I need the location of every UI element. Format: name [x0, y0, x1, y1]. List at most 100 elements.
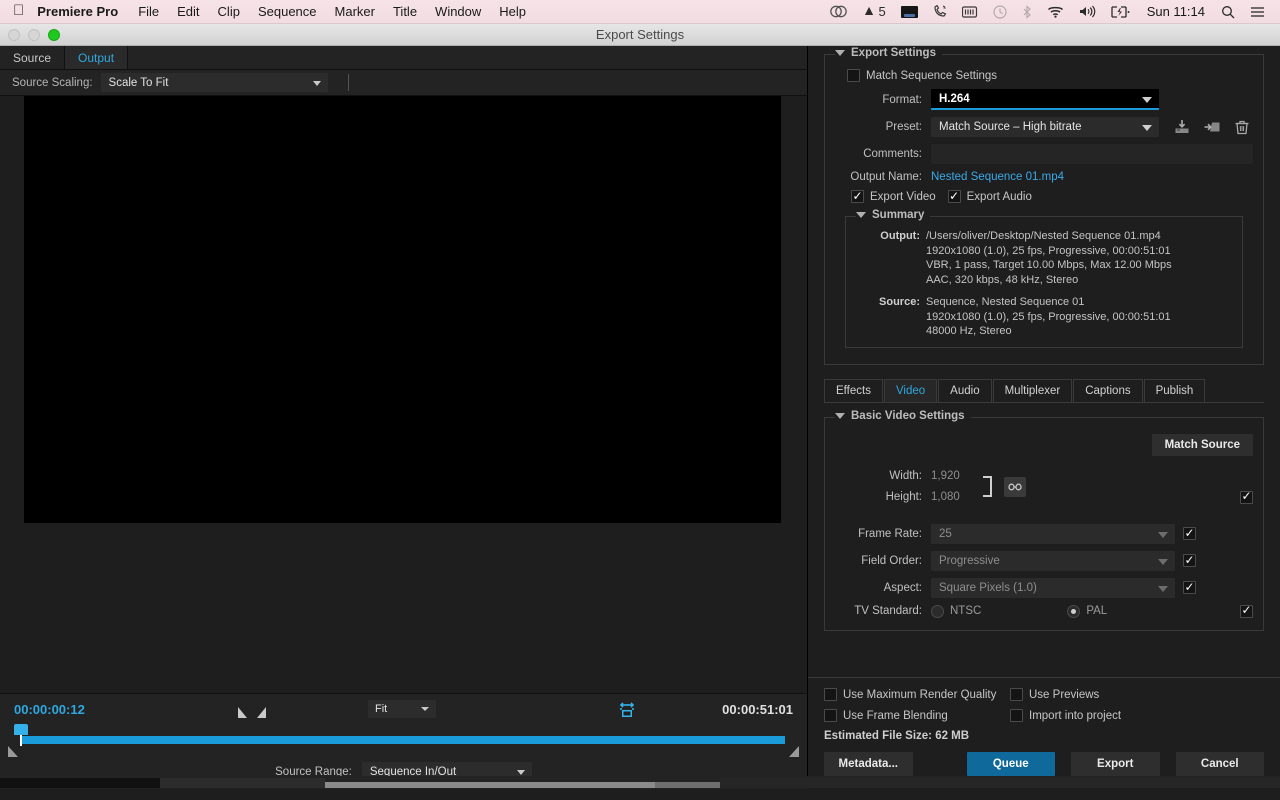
dimensions-enable-checkbox[interactable]	[1240, 490, 1253, 504]
queue-button[interactable]: Queue	[966, 752, 1055, 776]
field-order-dropdown[interactable]: Progressive	[931, 550, 1175, 571]
bluetooth-icon[interactable]	[1015, 0, 1039, 23]
battery-meter-icon[interactable]	[955, 0, 985, 23]
creative-cloud-icon[interactable]	[823, 0, 854, 23]
frame-blending-option[interactable]: Use Frame Blending	[824, 709, 1010, 722]
frame-rate-checkbox[interactable]	[1183, 527, 1196, 540]
frame-rate-dropdown[interactable]: 25	[931, 523, 1175, 544]
summary-twisty-icon[interactable]	[856, 212, 866, 218]
save-preset-icon[interactable]	[1173, 118, 1191, 136]
import-preset-icon[interactable]	[1203, 118, 1221, 136]
tab-output[interactable]: Output	[65, 46, 129, 69]
wifi-icon[interactable]	[1040, 0, 1071, 23]
menu-clip[interactable]: Clip	[209, 0, 249, 23]
match-source-button[interactable]: Match Source	[1151, 433, 1253, 456]
tv-standard-checkbox[interactable]	[1240, 604, 1253, 618]
use-previews-checkbox[interactable]	[1010, 688, 1023, 701]
menu-marker[interactable]: Marker	[326, 0, 384, 23]
import-into-project-option[interactable]: Import into project	[1010, 709, 1196, 722]
tab-audio[interactable]: Audio	[938, 378, 992, 402]
comments-input[interactable]	[931, 144, 1253, 164]
inout-markers	[238, 707, 266, 718]
tv-ntsc-radio[interactable]	[931, 604, 944, 618]
menubar-clock[interactable]: Sun 11:14	[1139, 4, 1213, 19]
scrub-bar[interactable]	[22, 736, 785, 744]
import-into-project-label: Import into project	[1029, 709, 1122, 722]
zoom-level-dropdown[interactable]: Fit	[368, 700, 436, 718]
tab-source[interactable]: Source	[0, 46, 66, 69]
adobe-a-icon[interactable]: ▲ 5	[855, 0, 893, 23]
tv-pal-radio[interactable]	[1067, 604, 1081, 618]
menu-help[interactable]: Help	[490, 0, 535, 23]
volume-icon[interactable]	[1072, 0, 1103, 23]
summary-group-title[interactable]: Summary	[856, 209, 931, 221]
aspect-checkbox[interactable]	[1183, 581, 1196, 594]
out-point-icon[interactable]	[257, 707, 266, 718]
notification-center-icon[interactable]	[1243, 0, 1272, 23]
menu-sequence[interactable]: Sequence	[249, 0, 326, 23]
duration-timecode[interactable]: 00:00:51:01	[722, 702, 793, 717]
apple-logo-icon[interactable]: 	[0, 3, 35, 18]
metadata-button[interactable]: Metadata...	[824, 752, 913, 776]
export-audio-checkbox[interactable]	[947, 190, 961, 203]
export-video-checkbox[interactable]	[851, 190, 864, 203]
tab-captions[interactable]: Captions	[1073, 378, 1143, 402]
tv-standard-label: TV Standard:	[854, 605, 922, 617]
source-scaling-row: Source Scaling: Scale To Fit	[0, 70, 807, 96]
range-in-handle[interactable]	[8, 746, 18, 757]
source-scaling-dropdown[interactable]: Scale To Fit	[100, 73, 328, 92]
time-machine-icon[interactable]	[986, 0, 1014, 23]
export-button[interactable]: Export	[1071, 752, 1160, 776]
aspect-dropdown[interactable]: Square Pixels (1.0)	[931, 577, 1175, 598]
field-order-checkbox[interactable]	[1183, 554, 1196, 567]
height-value[interactable]: 1,080	[931, 491, 983, 503]
tv-pal-label: PAL	[1086, 605, 1108, 617]
tab-effects[interactable]: Effects	[824, 378, 883, 402]
phone-icon[interactable]	[926, 0, 954, 23]
width-value[interactable]: 1,920	[931, 470, 983, 482]
frame-blending-checkbox[interactable]	[824, 709, 837, 722]
menu-window[interactable]: Window	[426, 0, 490, 23]
display-icon[interactable]	[894, 0, 925, 23]
range-out-handle[interactable]	[789, 746, 799, 757]
output-name-label: Output Name:	[850, 171, 922, 183]
use-previews-option[interactable]: Use Previews	[1010, 688, 1196, 701]
video-frame[interactable]	[24, 96, 781, 523]
cancel-button[interactable]: Cancel	[1175, 752, 1264, 776]
summary-output-row: Output: /Users/oliver/Desktop/Nested Seq…	[854, 229, 1234, 287]
render-options-row-1: Use Maximum Render Quality Use Previews	[824, 688, 1264, 701]
output-name-link[interactable]: Nested Sequence 01.mp4	[931, 171, 1064, 183]
menu-edit[interactable]: Edit	[168, 0, 208, 23]
delete-preset-icon[interactable]	[1233, 118, 1251, 136]
window-titlebar[interactable]: Export Settings	[0, 24, 1280, 46]
tab-video[interactable]: Video	[883, 378, 938, 402]
bg-panel-right	[720, 778, 1280, 788]
basic-video-group-title[interactable]: Basic Video Settings	[835, 409, 971, 422]
program-monitor[interactable]	[0, 96, 807, 693]
dimensions-fields: Width: 1,920 Height: 1,080	[835, 466, 1253, 508]
menubar-status-group: ▲ 5 Sun 11:14	[823, 0, 1280, 23]
search-icon[interactable]	[1214, 0, 1242, 23]
format-dropdown[interactable]: H.264	[931, 89, 1159, 110]
max-render-quality-option[interactable]: Use Maximum Render Quality	[824, 688, 1010, 701]
basic-video-twisty-icon[interactable]	[835, 412, 845, 419]
battery-charging-icon[interactable]	[1104, 0, 1138, 23]
menu-file[interactable]: File	[129, 0, 168, 23]
tab-publish[interactable]: Publish	[1143, 378, 1206, 402]
collapse-twisty-icon[interactable]	[835, 50, 845, 56]
scrubber-area[interactable]	[0, 724, 807, 757]
fit-to-frame-icon[interactable]	[617, 701, 637, 724]
menu-app-name[interactable]: Premiere Pro	[35, 0, 129, 23]
export-settings-group-title[interactable]: Export Settings	[835, 47, 942, 59]
import-into-project-checkbox[interactable]	[1010, 709, 1023, 722]
max-render-quality-checkbox[interactable]	[824, 688, 837, 701]
match-sequence-checkbox[interactable]	[847, 69, 860, 82]
preset-dropdown[interactable]: Match Source – High bitrate	[931, 117, 1159, 137]
in-point-icon[interactable]	[238, 707, 247, 718]
menu-title[interactable]: Title	[384, 0, 426, 23]
playhead-handle[interactable]	[14, 724, 28, 747]
link-bracket-lower	[983, 480, 992, 497]
link-chain-icon[interactable]	[1004, 477, 1026, 497]
current-timecode[interactable]: 00:00:00:12	[14, 702, 85, 717]
tab-multiplexer[interactable]: Multiplexer	[992, 378, 1073, 402]
